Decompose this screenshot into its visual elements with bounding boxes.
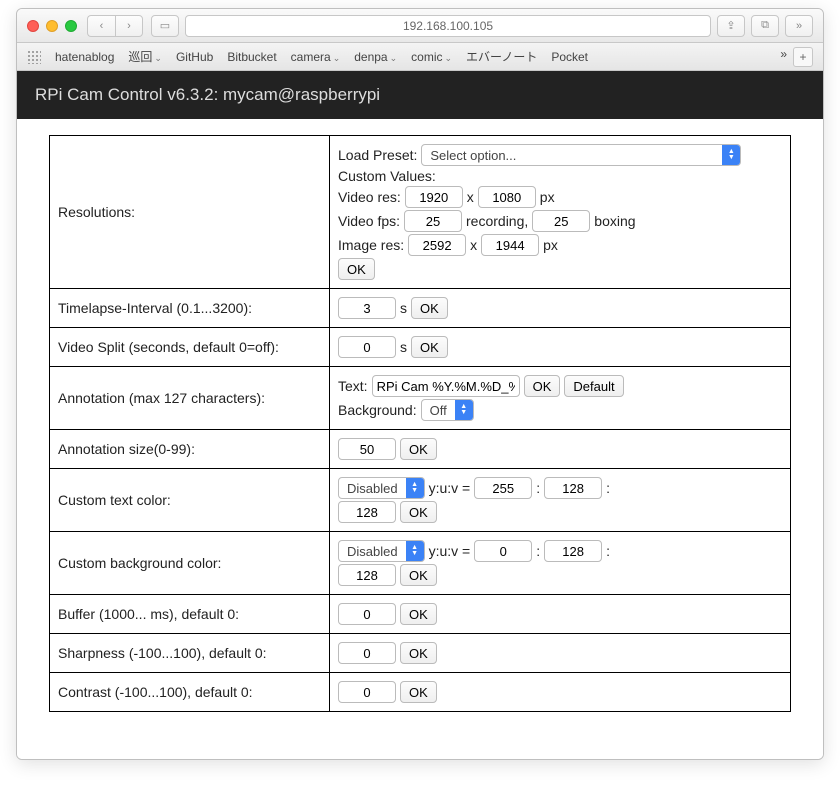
annotation-ok-button[interactable]: OK	[524, 375, 561, 397]
browser-window: ‹ › ▭ 192.168.100.105 ⇪ ⧉ » hatenablog 巡…	[16, 8, 824, 760]
bg-u-input[interactable]	[544, 540, 602, 562]
image-height-input[interactable]	[481, 234, 539, 256]
bookmark-item[interactable]: GitHub	[176, 50, 213, 64]
bg-color-ok-button[interactable]: OK	[400, 564, 437, 586]
chevron-updown-icon: ▲▼	[406, 478, 424, 498]
fps-recording-input[interactable]	[404, 210, 462, 232]
titlebar: ‹ › ▭ 192.168.100.105 ⇪ ⧉ »	[17, 9, 823, 43]
load-preset-label: Load Preset:	[338, 147, 417, 163]
annotation-size-ok-button[interactable]: OK	[400, 438, 437, 460]
bookmark-item[interactable]: Pocket	[551, 50, 588, 64]
text-color-enable-select[interactable]: Disabled ▲▼	[338, 477, 425, 499]
annotation-default-button[interactable]: Default	[564, 375, 623, 397]
annotation-size-input[interactable]	[338, 438, 396, 460]
bg-v-input[interactable]	[338, 564, 396, 586]
bg-y-input[interactable]	[474, 540, 532, 562]
bookmark-item[interactable]: Bitbucket	[227, 50, 276, 64]
buffer-ok-button[interactable]: OK	[400, 603, 437, 625]
video-width-input[interactable]	[405, 186, 463, 208]
sidebar-toggle-button[interactable]: ▭	[151, 15, 179, 37]
text-color-ok-button[interactable]: OK	[400, 501, 437, 523]
bookmark-folder[interactable]: comic	[411, 50, 452, 64]
forward-button[interactable]: ›	[115, 15, 143, 37]
text-y-input[interactable]	[474, 477, 532, 499]
bookmarks-overflow-icon[interactable]: »	[780, 47, 787, 67]
tabs-button[interactable]: ⧉	[751, 15, 779, 37]
minimize-icon[interactable]	[46, 20, 58, 32]
bookmark-item[interactable]: エバーノート	[466, 48, 537, 65]
maximize-icon[interactable]	[65, 20, 77, 32]
image-width-input[interactable]	[408, 234, 466, 256]
buffer-label: Buffer (1000... ms), default 0:	[50, 595, 330, 634]
contrast-input[interactable]	[338, 681, 396, 703]
text-color-label: Custom text color:	[50, 469, 330, 532]
page-title: RPi Cam Control v6.3.2: mycam@raspberryp…	[17, 71, 823, 119]
bg-color-label: Custom background color:	[50, 532, 330, 595]
contrast-ok-button[interactable]: OK	[400, 681, 437, 703]
video-split-input[interactable]	[338, 336, 396, 358]
settings-table: Resolutions: Load Preset: Select option.…	[49, 135, 791, 712]
address-bar[interactable]: 192.168.100.105	[185, 15, 711, 37]
close-icon[interactable]	[27, 20, 39, 32]
timelapse-ok-button[interactable]: OK	[411, 297, 448, 319]
apps-grid-icon[interactable]	[27, 50, 41, 64]
resolutions-label: Resolutions:	[50, 136, 330, 289]
timelapse-input[interactable]	[338, 297, 396, 319]
toolbar-overflow-button[interactable]: »	[785, 15, 813, 37]
window-controls	[27, 20, 77, 32]
annotation-label: Annotation (max 127 characters):	[50, 367, 330, 430]
sharpness-input[interactable]	[338, 642, 396, 664]
text-v-input[interactable]	[338, 501, 396, 523]
back-button[interactable]: ‹	[87, 15, 115, 37]
new-tab-button[interactable]: +	[793, 47, 813, 67]
text-u-input[interactable]	[544, 477, 602, 499]
sharpness-label: Sharpness (-100...100), default 0:	[50, 634, 330, 673]
chevron-updown-icon: ▲▼	[722, 145, 740, 165]
video-split-ok-button[interactable]: OK	[411, 336, 448, 358]
annotation-bg-select[interactable]: Off ▲▼	[421, 399, 474, 421]
page-content: Resolutions: Load Preset: Select option.…	[17, 119, 823, 759]
chevron-updown-icon: ▲▼	[455, 400, 473, 420]
timelapse-label: Timelapse-Interval (0.1...3200):	[50, 289, 330, 328]
buffer-input[interactable]	[338, 603, 396, 625]
load-preset-select[interactable]: Select option... ▲▼	[421, 144, 741, 166]
share-button[interactable]: ⇪	[717, 15, 745, 37]
chevron-updown-icon: ▲▼	[406, 541, 424, 561]
bookmark-folder[interactable]: 巡回	[128, 48, 162, 65]
bg-color-enable-select[interactable]: Disabled ▲▼	[338, 540, 425, 562]
bookmark-folder[interactable]: camera	[291, 50, 341, 64]
contrast-label: Contrast (-100...100), default 0:	[50, 673, 330, 712]
bookmark-item[interactable]: hatenablog	[55, 50, 114, 64]
bookmark-folder[interactable]: denpa	[354, 50, 397, 64]
custom-values-label: Custom Values:	[338, 168, 436, 184]
sharpness-ok-button[interactable]: OK	[400, 642, 437, 664]
bookmarks-bar: hatenablog 巡回 GitHub Bitbucket camera de…	[17, 43, 823, 71]
video-height-input[interactable]	[478, 186, 536, 208]
fps-boxing-input[interactable]	[532, 210, 590, 232]
annotation-size-label: Annotation size(0-99):	[50, 430, 330, 469]
annotation-text-input[interactable]	[372, 375, 520, 397]
resolutions-ok-button[interactable]: OK	[338, 258, 375, 280]
video-split-label: Video Split (seconds, default 0=off):	[50, 328, 330, 367]
